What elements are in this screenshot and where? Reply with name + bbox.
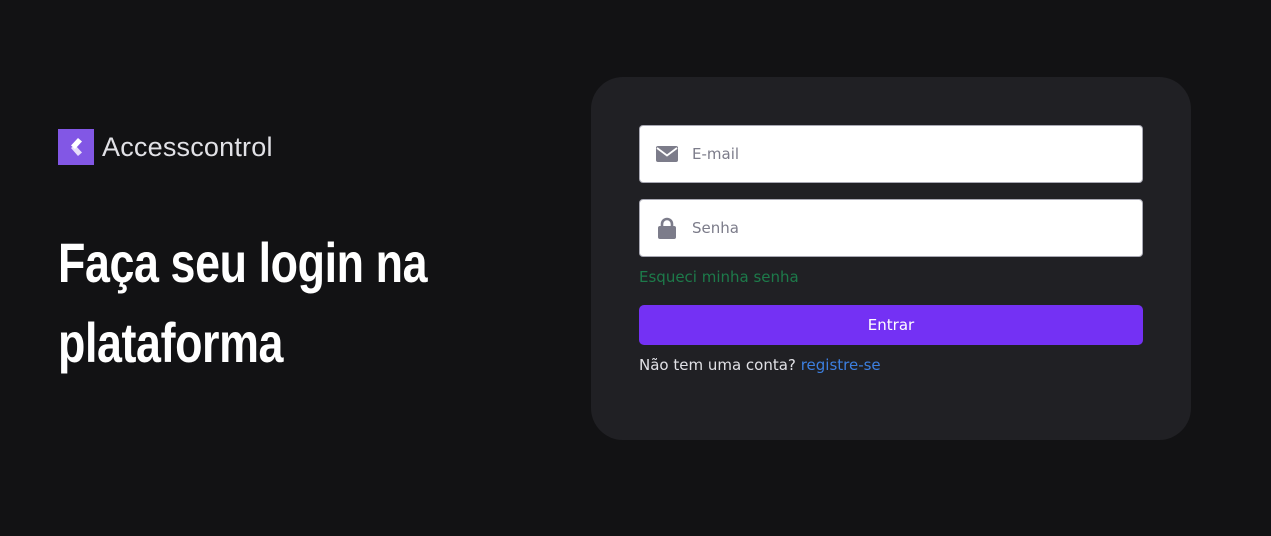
hero-section: Accesscontrol Faça seu login na platafor… xyxy=(58,129,528,383)
signup-link[interactable]: registre-se xyxy=(801,356,881,374)
signup-prompt-text: Não tem uma conta? xyxy=(639,356,796,374)
login-button[interactable]: Entrar xyxy=(639,305,1143,345)
brand-name: Accesscontrol xyxy=(102,132,273,162)
login-card: Esqueci minha senha Entrar Não tem uma c… xyxy=(591,77,1191,440)
lock-icon xyxy=(656,217,678,239)
forgot-password-link[interactable]: Esqueci minha senha xyxy=(639,268,799,286)
brand: Accesscontrol xyxy=(58,129,528,165)
email-input[interactable] xyxy=(692,134,1112,174)
stylized-k-logo-icon xyxy=(58,129,94,165)
password-input[interactable] xyxy=(692,208,1112,248)
password-field-wrapper[interactable] xyxy=(639,199,1143,257)
envelope-icon xyxy=(656,143,678,165)
email-field-wrapper[interactable] xyxy=(639,125,1143,183)
page-title: Faça seu login na plataforma xyxy=(58,231,428,374)
signup-prompt: Não tem uma conta? registre-se xyxy=(639,356,881,374)
